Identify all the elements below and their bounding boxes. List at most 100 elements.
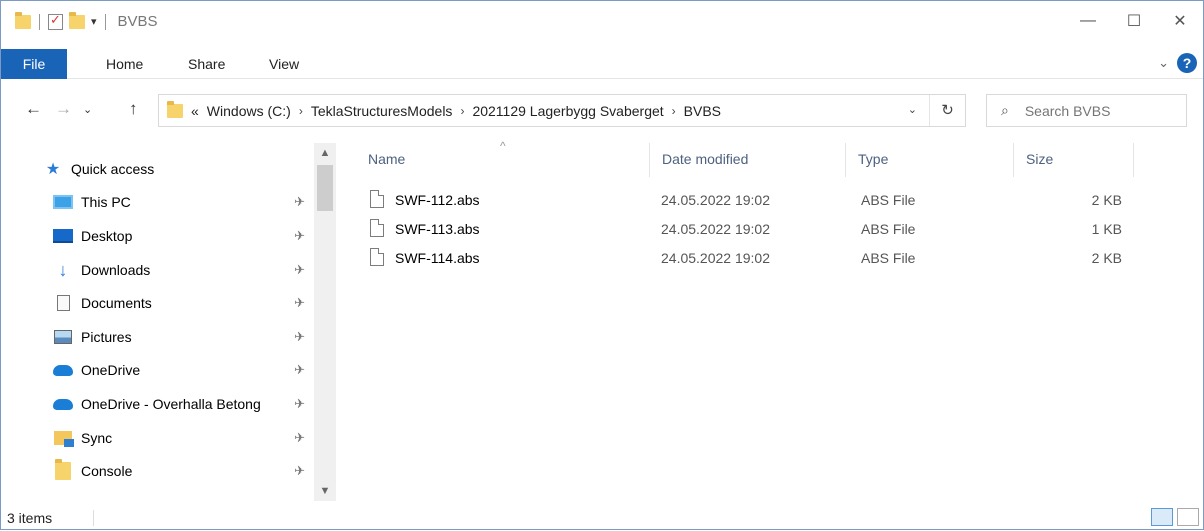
forward-arrow-icon[interactable]: → <box>55 99 72 119</box>
chevron-right-icon[interactable]: › <box>460 104 464 118</box>
search-input[interactable] <box>1024 102 1165 119</box>
file-name: SWF-113.abs <box>395 221 480 237</box>
details-view-icon[interactable] <box>1151 508 1173 526</box>
column-header-date[interactable]: Date modified <box>654 143 846 177</box>
sidebar-item-downloads[interactable]: ↓ Downloads ✈ <box>53 255 313 285</box>
new-folder-icon[interactable] <box>69 11 85 29</box>
breadcrumb-item[interactable]: Windows (C:) <box>207 103 291 119</box>
address-bar[interactable]: « Windows (C:) › TeklaStructuresModels ›… <box>158 94 966 127</box>
download-icon: ↓ <box>58 259 68 280</box>
sidebar-item-label: This PC <box>81 194 131 210</box>
desktop-icon <box>53 229 73 243</box>
table-row[interactable]: SWF-112.abs 24.05.2022 19:02 ABS File 2 … <box>348 186 1148 214</box>
cloud-icon <box>53 398 73 410</box>
folder-icon <box>167 100 183 118</box>
sidebar-item-quick-access[interactable]: ★ Quick access <box>43 154 313 184</box>
sidebar-item-sync[interactable]: Sync ✈ <box>53 423 313 453</box>
pin-icon[interactable]: ✈ <box>294 430 305 446</box>
file-icon <box>370 190 384 208</box>
pin-icon[interactable]: ✈ <box>294 463 305 479</box>
close-button[interactable]: ✕ <box>1157 1 1203 41</box>
scrollbar-thumb[interactable] <box>317 165 333 211</box>
toolbar-separator <box>39 13 40 30</box>
file-date: 24.05.2022 19:02 <box>661 192 770 208</box>
file-date: 24.05.2022 19:02 <box>661 250 770 266</box>
sidebar-item-label: Sync <box>81 430 113 446</box>
address-dropdown-icon[interactable]: ⌄ <box>908 103 917 116</box>
breadcrumb-item[interactable]: TeklaStructuresModels <box>311 103 453 119</box>
table-row[interactable]: SWF-114.abs 24.05.2022 19:02 ABS File 2 … <box>348 244 1148 272</box>
sidebar-item-onedrive-overhalla[interactable]: OneDrive - Overhalla Betong ✈ <box>53 389 313 419</box>
properties-icon[interactable] <box>48 12 63 30</box>
search-box[interactable]: ⌕ <box>986 94 1187 127</box>
sidebar-item-documents[interactable]: Documents ✈ <box>53 288 313 318</box>
file-type: ABS File <box>861 250 916 266</box>
maximize-button[interactable]: ☐ <box>1111 1 1157 41</box>
pin-icon[interactable]: ✈ <box>294 262 305 278</box>
file-type: ABS File <box>861 192 916 208</box>
tab-file[interactable]: File <box>1 49 67 79</box>
quick-access-toolbar: ▾ BVBS <box>15 11 158 30</box>
sidebar-scrollbar[interactable]: ▲ ▼ <box>314 143 336 501</box>
status-separator <box>93 510 94 526</box>
recent-locations-icon[interactable]: ⌄ <box>83 103 92 116</box>
file-name: SWF-114.abs <box>395 250 480 266</box>
star-icon: ★ <box>45 161 61 178</box>
sidebar-item-desktop[interactable]: Desktop ✈ <box>53 221 313 251</box>
large-icons-view-icon[interactable] <box>1177 508 1199 526</box>
breadcrumb: « Windows (C:) › TeklaStructuresModels ›… <box>191 103 721 119</box>
tab-home[interactable]: Home <box>106 49 143 79</box>
sync-folder-icon <box>54 431 74 447</box>
search-icon: ⌕ <box>1001 102 1009 118</box>
help-icon[interactable]: ? <box>1177 53 1197 73</box>
refresh-icon[interactable]: ↻ <box>929 95 965 126</box>
sidebar-item-this-pc[interactable]: This PC ✈ <box>53 187 313 217</box>
navigation-pane: ★ Quick access This PC ✈ Desktop ✈ ↓ Dow… <box>1 143 336 501</box>
column-header-type[interactable]: Type <box>850 143 1014 177</box>
tab-view[interactable]: View <box>269 49 299 79</box>
folder-icon[interactable] <box>15 11 31 29</box>
file-explorer-window: ▾ BVBS — ☐ ✕ File Home Share View ⌄ ? ← … <box>0 0 1204 530</box>
scroll-down-icon[interactable]: ▼ <box>314 485 336 497</box>
computer-icon <box>53 195 73 209</box>
table-row[interactable]: SWF-113.abs 24.05.2022 19:02 ABS File 1 … <box>348 215 1148 243</box>
sidebar-item-console[interactable]: Console ✈ <box>53 456 313 486</box>
column-header-size[interactable]: Size <box>1018 143 1134 177</box>
item-count: 3 items <box>7 510 53 526</box>
pin-icon[interactable]: ✈ <box>294 362 305 378</box>
sidebar-item-label: Desktop <box>81 228 133 244</box>
window-title: BVBS <box>117 13 158 30</box>
window-controls: — ☐ ✕ <box>1065 1 1203 41</box>
file-icon <box>370 219 384 237</box>
sidebar-item-label: Quick access <box>71 161 155 177</box>
breadcrumb-item[interactable]: 2021129 Lagerbygg Svaberget <box>472 103 663 119</box>
minimize-button[interactable]: — <box>1065 1 1111 41</box>
toolbar-separator <box>104 13 106 30</box>
pictures-icon <box>54 330 72 344</box>
tab-share[interactable]: Share <box>188 49 225 79</box>
chevron-right-icon[interactable]: › <box>672 104 676 118</box>
sidebar-item-label: OneDrive <box>81 362 141 378</box>
pin-icon[interactable]: ✈ <box>294 329 305 345</box>
sidebar-item-onedrive[interactable]: OneDrive ✈ <box>53 355 313 385</box>
breadcrumb-item[interactable]: BVBS <box>684 103 721 119</box>
pin-icon[interactable]: ✈ <box>294 396 305 412</box>
sidebar-item-label: Documents <box>81 295 152 311</box>
pin-icon[interactable]: ✈ <box>294 295 305 311</box>
pin-icon[interactable]: ✈ <box>294 194 305 210</box>
chevron-right-icon[interactable]: › <box>299 104 303 118</box>
pin-icon[interactable]: ✈ <box>294 228 305 244</box>
breadcrumb-overflow[interactable]: « <box>191 103 199 119</box>
expand-ribbon-icon[interactable]: ⌄ <box>1158 55 1169 71</box>
back-arrow-icon[interactable]: ← <box>25 99 42 119</box>
file-size: 2 KB <box>1091 250 1122 266</box>
scroll-up-icon[interactable]: ▲ <box>314 147 336 159</box>
file-icon <box>370 248 384 266</box>
sidebar-item-pictures[interactable]: Pictures ✈ <box>53 322 313 352</box>
customize-toolbar-icon[interactable]: ▾ <box>91 15 97 28</box>
sidebar-item-label: OneDrive - Overhalla Betong <box>81 396 261 412</box>
sidebar-item-label: Pictures <box>81 329 132 345</box>
file-size: 2 KB <box>1091 192 1122 208</box>
column-header-name[interactable]: Name <box>360 143 650 177</box>
up-arrow-icon[interactable]: ↑ <box>129 99 138 119</box>
